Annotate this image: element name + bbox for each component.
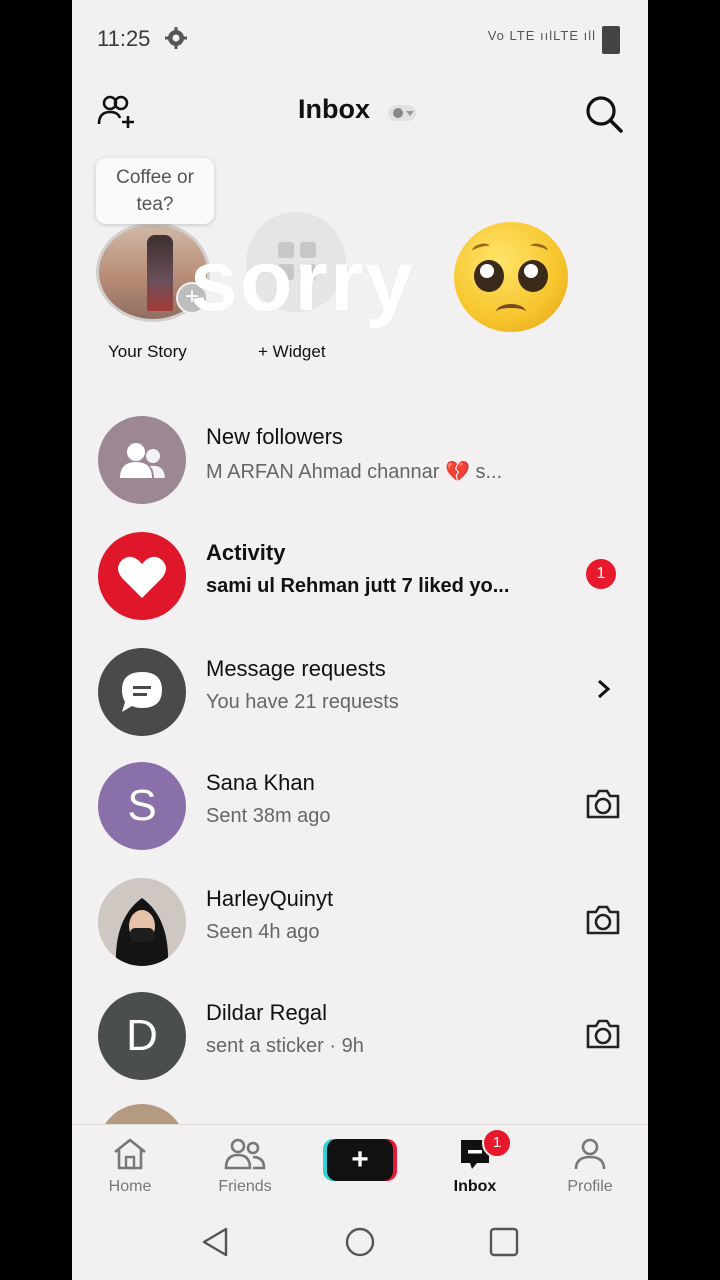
list-item-name: Dildar Regal: [206, 1000, 328, 1025]
list-item-activity[interactable]: Activity sami ul Rehman jutt 7 liked yo.…: [72, 520, 648, 630]
note-bubble[interactable]: Coffee or tea?: [96, 158, 214, 224]
inbox-unread-badge: 1: [482, 1128, 512, 1158]
list-item-subtitle: M ARFAN Ahmad channar 💔 s...: [206, 461, 503, 483]
avatar: [98, 878, 186, 966]
list-item-new-followers[interactable]: New followers M ARFAN Ahmad channar 💔 s.…: [72, 404, 648, 514]
chevron-right-icon: [598, 679, 611, 699]
status-time: 11:25: [97, 26, 151, 51]
people-icon: [98, 416, 186, 504]
nav-home-label: Home: [108, 1178, 152, 1195]
home-circle-icon[interactable]: [344, 1226, 376, 1258]
create-post-button[interactable]: +: [327, 1139, 393, 1181]
phone-screen: 11:25 Vo LTE ıılLTE ıll Inbox Coffee or …: [72, 0, 648, 1280]
your-story-label: Your Story: [108, 342, 187, 361]
system-nav-bar: [72, 1208, 648, 1280]
search-icon[interactable]: [584, 94, 624, 134]
list-item-name: HarleyQuinyt: [206, 886, 334, 911]
activity-count-badge: 1: [586, 559, 616, 589]
nav-profile[interactable]: Profile: [550, 1137, 630, 1196]
inbox-header: Inbox: [72, 80, 648, 146]
bottom-nav: Home Friends + Inbox Profile: [72, 1124, 648, 1209]
signal-indicator: Vo LTE ıılLTE ıll: [487, 28, 596, 43]
back-icon[interactable]: [200, 1226, 230, 1258]
list-item-subtitle: Seen 4h ago: [206, 921, 320, 943]
avatar: S: [98, 762, 186, 850]
list-item-subtitle: sent a sticker · 9h: [206, 1035, 364, 1057]
status-bar: 11:25 Vo LTE ıılLTE ıll: [72, 0, 648, 78]
camera-icon[interactable]: [584, 904, 622, 936]
nav-home[interactable]: Home: [90, 1137, 170, 1196]
list-item-name: Activity: [206, 540, 286, 565]
list-item-subtitle: You have 21 requests: [206, 691, 399, 713]
list-item-name: New followers: [206, 424, 343, 449]
widget-label[interactable]: + Widget: [258, 342, 326, 362]
nav-inbox-label: Inbox: [453, 1178, 497, 1195]
list-item-subtitle: Sent 38m ago: [206, 805, 331, 827]
pleading-face-emoji-icon: [454, 222, 568, 332]
camera-icon[interactable]: [584, 1018, 622, 1050]
plus-icon: +: [351, 1143, 369, 1176]
list-item-subtitle: sami ul Rehman jutt 7 liked yo...: [206, 575, 510, 597]
list-item-name: Sana Khan: [206, 770, 315, 795]
profile-icon: [574, 1138, 606, 1170]
list-item-name: Message requests: [206, 656, 386, 681]
list-item-dildar-regal[interactable]: D Dildar Regal sent a sticker · 9h: [72, 980, 648, 1090]
list-item-message-requests[interactable]: Message requests You have 21 requests: [72, 636, 648, 746]
settings-gear-icon: [165, 27, 187, 49]
home-icon: [114, 1138, 146, 1170]
recents-icon[interactable]: [488, 1226, 520, 1258]
nav-friends-label: Friends: [218, 1178, 272, 1195]
overlay-sorry-text: sorry: [190, 233, 416, 329]
avatar: D: [98, 992, 186, 1080]
online-status-toggle[interactable]: [388, 105, 416, 121]
list-item-partial[interactable]: [98, 1104, 186, 1124]
battery-icon: [602, 26, 620, 54]
nav-profile-label: Profile: [567, 1178, 613, 1195]
heart-icon: [98, 532, 186, 620]
list-item-harleyquinyt[interactable]: HarleyQuinyt Seen 4h ago: [72, 866, 648, 976]
camera-icon[interactable]: [584, 788, 622, 820]
page-title: Inbox: [298, 94, 370, 124]
friends-icon: [224, 1138, 266, 1170]
add-friend-icon[interactable]: [96, 94, 136, 130]
nav-friends[interactable]: Friends: [205, 1137, 285, 1196]
list-item-sana-khan[interactable]: S Sana Khan Sent 38m ago: [72, 750, 648, 860]
chat-icon: [98, 648, 186, 736]
